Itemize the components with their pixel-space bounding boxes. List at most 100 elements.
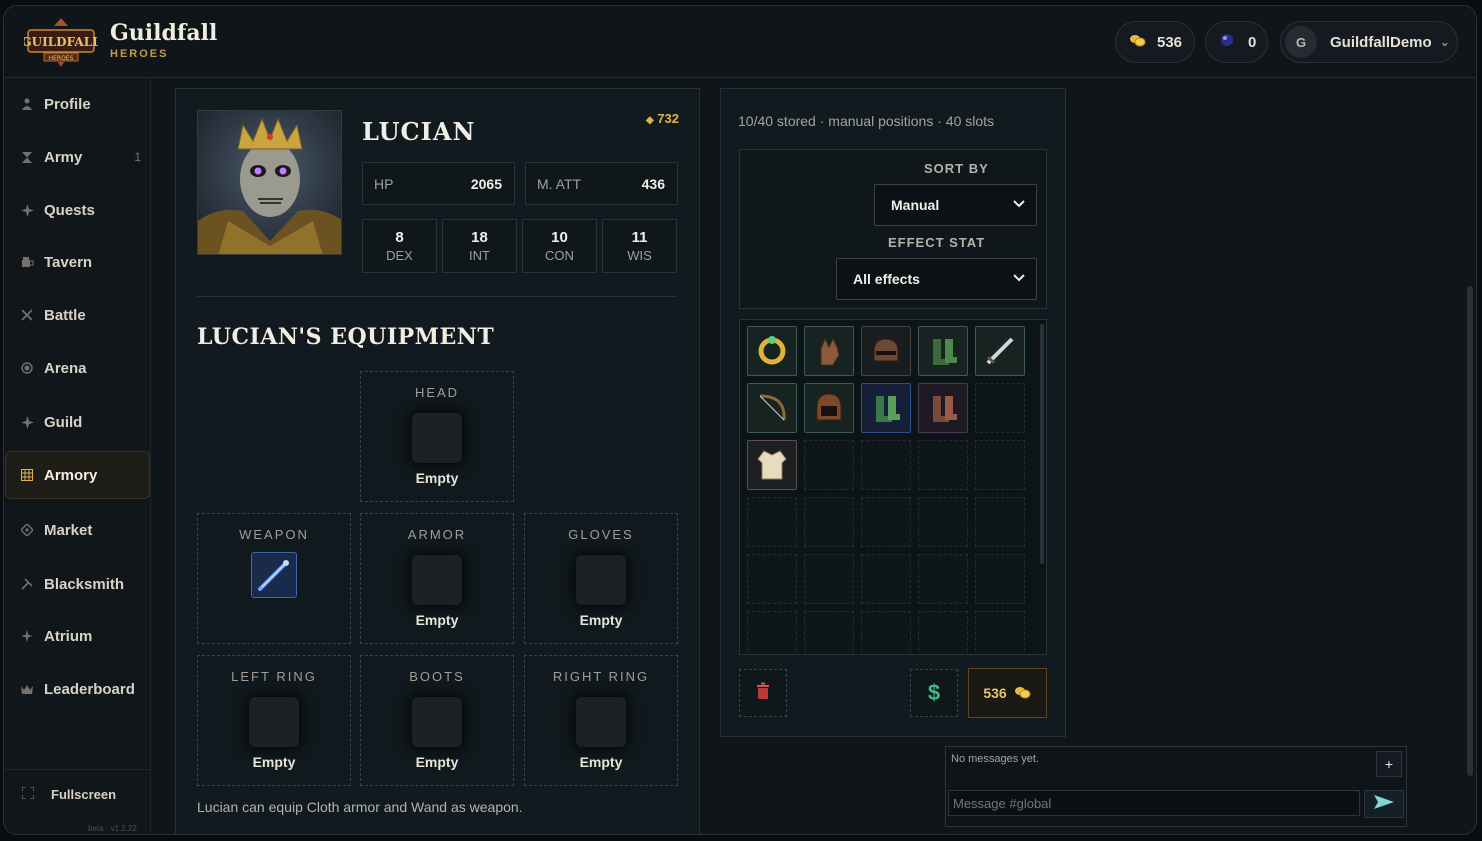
slot-label: GLOVES: [568, 527, 634, 542]
guildfall-logo-icon[interactable]: GUILDFALL HEROES: [21, 16, 101, 68]
robe-item-icon[interactable]: [747, 440, 797, 490]
empty-inventory-slot[interactable]: [747, 554, 797, 604]
sidebar-item-label: Tavern: [44, 253, 93, 271]
discard-button[interactable]: [739, 669, 787, 717]
attr-dex: 8 DEX: [362, 219, 437, 273]
inventory-panel: 10/40 stored · manual positions · 40 slo…: [720, 88, 1066, 737]
chat-message-input[interactable]: [948, 790, 1360, 816]
star-icon: [20, 629, 34, 643]
gold-balance[interactable]: 536: [1115, 21, 1195, 63]
stat-value: 2065: [470, 175, 502, 192]
sword-item-icon[interactable]: [975, 326, 1025, 376]
empty-inventory-slot[interactable]: [804, 554, 854, 604]
ring-item-icon[interactable]: [747, 326, 797, 376]
attr-label: WIS: [627, 248, 652, 263]
empty-inventory-slot[interactable]: [975, 383, 1025, 433]
empty-inventory-slot[interactable]: [975, 497, 1025, 547]
empty-inventory-slot[interactable]: [975, 554, 1025, 604]
sort-select[interactable]: Manual: [874, 184, 1037, 226]
sidebar-item-blacksmith[interactable]: Blacksmith: [6, 561, 151, 607]
fullscreen-label: Fullscreen: [51, 787, 117, 802]
sell-button[interactable]: $: [910, 669, 958, 717]
sidebar-item-market[interactable]: Market: [6, 507, 151, 553]
helmet-item-icon[interactable]: [804, 383, 854, 433]
inventory-scrollbar[interactable]: [1040, 324, 1044, 564]
chevron-down-icon: ⌄: [1439, 35, 1450, 49]
sidebar-item-profile[interactable]: Profile: [6, 81, 151, 127]
empty-inventory-slot[interactable]: [918, 497, 968, 547]
sell-value-button[interactable]: 536: [968, 668, 1047, 718]
sidebar-item-leaderboard[interactable]: Leaderboard: [6, 666, 151, 712]
attr-int: 18 INT: [442, 219, 517, 273]
sidebar-item-label: Market: [44, 521, 93, 539]
svg-text:GUILDFALL: GUILDFALL: [24, 35, 98, 49]
hero-panel: LUCIAN ◆ 732 HP 2065 M. ATT 436 8 DEX 18…: [175, 88, 700, 834]
slot-armor[interactable]: ARMOR Empty: [360, 513, 514, 644]
slot-left-ring[interactable]: LEFT RING Empty: [197, 655, 351, 786]
slot-status: Empty: [252, 754, 296, 770]
divider: [197, 296, 677, 297]
avatar: G: [1285, 26, 1317, 58]
slot-right-ring[interactable]: RIGHT RING Empty: [524, 655, 678, 786]
chat-expand-button[interactable]: +: [1376, 751, 1402, 777]
sort-value: Manual: [891, 197, 940, 213]
bow-item-icon[interactable]: [747, 383, 797, 433]
user-menu[interactable]: G GuildfallDemo ⌄: [1280, 21, 1458, 63]
gem-orb-icon: [1220, 33, 1234, 51]
slot-head[interactable]: HEAD Empty: [360, 371, 514, 502]
empty-slot-placeholder: [576, 555, 626, 605]
sidebar-item-guild[interactable]: Guild: [6, 399, 151, 445]
effect-stat-label: EFFECT STAT: [888, 235, 986, 250]
empty-inventory-slot[interactable]: [975, 611, 1025, 654]
wand-item-icon[interactable]: [251, 552, 297, 598]
empty-inventory-slot[interactable]: [861, 554, 911, 604]
empty-inventory-slot[interactable]: [861, 497, 911, 547]
effect-stat-select[interactable]: All effects: [836, 258, 1037, 300]
empty-inventory-slot[interactable]: [804, 497, 854, 547]
slot-boots[interactable]: BOOTS Empty: [360, 655, 514, 786]
brand-subtitle: HEROES: [110, 48, 169, 60]
army-count-badge: 1: [134, 150, 141, 164]
empty-inventory-slot[interactable]: [747, 497, 797, 547]
guild-icon: [20, 415, 34, 429]
empty-inventory-slot[interactable]: [747, 611, 797, 654]
empty-slot-placeholder: [412, 413, 462, 463]
empty-inventory-slot[interactable]: [918, 554, 968, 604]
gem-balance[interactable]: 0: [1205, 21, 1268, 63]
empty-inventory-slot[interactable]: [804, 611, 854, 654]
empty-inventory-slot[interactable]: [975, 440, 1025, 490]
sidebar-item-quests[interactable]: Quests: [6, 187, 151, 233]
stat-value: 436: [641, 175, 665, 192]
slot-gloves[interactable]: GLOVES Empty: [524, 513, 678, 644]
empty-inventory-slot[interactable]: [918, 611, 968, 654]
sidebar-item-tavern[interactable]: Tavern: [6, 239, 151, 285]
sidebar-item-battle[interactable]: Battle: [6, 292, 151, 338]
effect-value: All effects: [853, 271, 920, 287]
page-scrollbar[interactable]: [1467, 286, 1473, 776]
sidebar-item-arena[interactable]: Arena: [6, 345, 151, 391]
empty-inventory-slot[interactable]: [804, 440, 854, 490]
attr-label: CON: [545, 248, 574, 263]
sell-gold-amount: 536: [983, 685, 1007, 701]
sort-filter-box: SORT BY Manual EFFECT STAT All effects: [739, 149, 1047, 309]
inventory-grid: [739, 319, 1047, 655]
empty-inventory-slot[interactable]: [861, 440, 911, 490]
boots-item-icon[interactable]: [918, 326, 968, 376]
chat-empty-text: No messages yet.: [951, 753, 1040, 765]
slot-label: WEAPON: [239, 527, 309, 542]
empty-inventory-slot[interactable]: [918, 440, 968, 490]
sidebar-item-armory[interactable]: Armory: [5, 451, 150, 499]
slot-weapon[interactable]: WEAPON: [197, 513, 351, 644]
send-button[interactable]: [1364, 790, 1404, 818]
fullscreen-button[interactable]: Fullscreen: [21, 786, 117, 802]
chevron-down-icon: [1012, 196, 1026, 213]
boots-item-icon[interactable]: [918, 383, 968, 433]
sidebar-item-atrium[interactable]: Atrium: [6, 613, 151, 659]
sidebar-item-army[interactable]: Army 1: [6, 134, 151, 180]
hero-name: LUCIAN: [362, 117, 476, 146]
boots-item-icon[interactable]: [861, 383, 911, 433]
chevron-down-icon: [1012, 270, 1026, 287]
helmet-item-icon[interactable]: [861, 326, 911, 376]
empty-inventory-slot[interactable]: [861, 611, 911, 654]
gloves-item-icon[interactable]: [804, 326, 854, 376]
